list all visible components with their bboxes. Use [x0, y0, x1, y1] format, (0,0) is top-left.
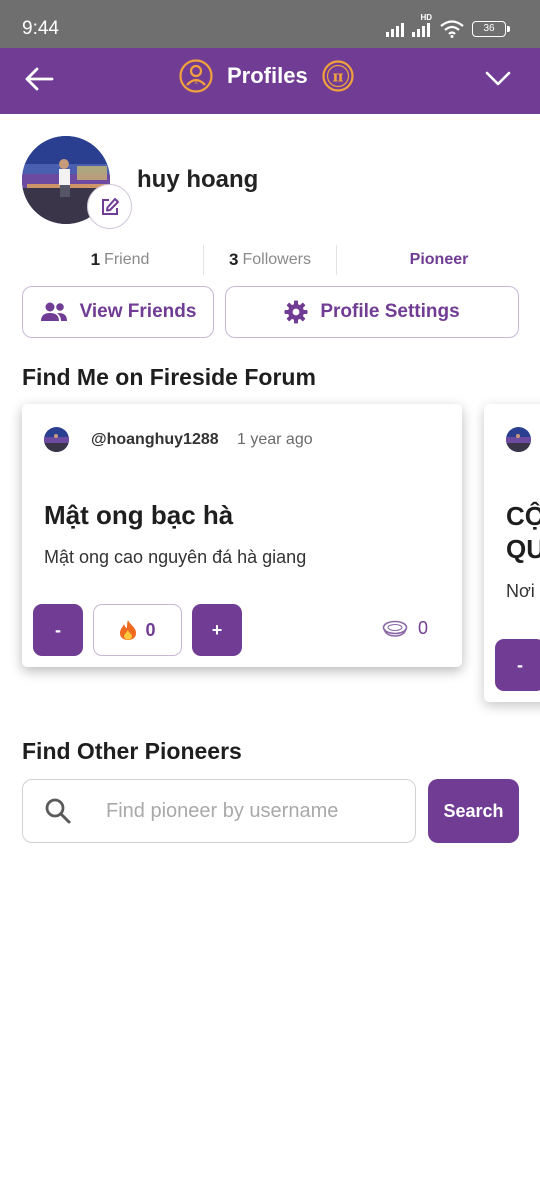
- view-friends-button[interactable]: View Friends: [22, 286, 214, 338]
- post-author[interactable]: @hoanghuy1288: [91, 431, 219, 449]
- edit-avatar-button[interactable]: [87, 184, 132, 229]
- fireside-section-title: Find Me on Fireside Forum: [22, 364, 316, 390]
- svg-text:π: π: [194, 79, 198, 86]
- profile-username: huy hoang: [137, 166, 259, 193]
- back-arrow-icon[interactable]: [22, 62, 56, 96]
- find-pioneers-title: Find Other Pioneers: [22, 738, 242, 764]
- upvote-button[interactable]: +: [192, 604, 242, 656]
- fire-reaction[interactable]: 0: [93, 604, 182, 656]
- post-title-line: QU: [506, 534, 540, 564]
- post-time: 1 year ago: [237, 431, 313, 448]
- post-title: CỘ QU: [506, 500, 540, 566]
- friends-stat[interactable]: 1 Friend: [40, 243, 200, 277]
- search-input[interactable]: [106, 799, 406, 823]
- chevron-down-icon[interactable]: [484, 64, 512, 92]
- post-body: Mật ong cao nguyên đá hà giang: [44, 547, 307, 567]
- role-label: Pioneer: [409, 251, 469, 268]
- profile-settings-label: Profile Settings: [320, 301, 460, 322]
- post-author-avatar: [44, 427, 69, 452]
- edit-icon: [101, 197, 119, 215]
- svg-text:π: π: [332, 68, 343, 86]
- gear-icon: [284, 300, 308, 324]
- status-time: 9:44: [22, 18, 59, 39]
- comment-count[interactable]: 0: [382, 618, 428, 639]
- stat-divider: [203, 245, 204, 275]
- followers-stat[interactable]: 3 Followers: [207, 243, 333, 277]
- view-friends-label: View Friends: [79, 301, 197, 322]
- header-title-group: π Profiles π: [179, 59, 354, 93]
- page-title: Profiles: [227, 63, 308, 88]
- status-icons: HD 36: [386, 13, 510, 38]
- fire-icon: [120, 620, 137, 640]
- downvote-button[interactable]: -: [33, 604, 83, 656]
- friends-icon: [40, 302, 67, 321]
- fire-count: 0: [145, 619, 156, 640]
- profile-stats: 1 Friend 3 Followers Pioneer: [0, 243, 540, 277]
- signal-hd-icon: HD: [412, 13, 432, 37]
- downvote-button[interactable]: -: [495, 639, 540, 691]
- post-body: Nơi: [506, 581, 535, 601]
- post-title-line: CỘ: [506, 501, 540, 531]
- profile-settings-button[interactable]: Profile Settings: [225, 286, 519, 338]
- followers-count: 3: [229, 250, 239, 269]
- friends-count: 1: [90, 250, 101, 269]
- app-header: π Profiles π: [0, 48, 540, 114]
- role-stat: Pioneer: [340, 243, 538, 277]
- wifi-icon: [440, 20, 464, 38]
- search-icon: [45, 798, 71, 824]
- network-type-label: HD: [420, 13, 432, 22]
- profile-icon: π: [179, 59, 213, 93]
- search-field[interactable]: [22, 779, 416, 843]
- battery-icon: 36: [472, 21, 510, 37]
- forum-post-card[interactable]: @hoanghuy1288 1 year ago Mật ong bạc hà …: [22, 404, 462, 667]
- forum-post-card[interactable]: CỘ QU Nơi -: [484, 404, 540, 702]
- search-button[interactable]: Search: [428, 779, 519, 843]
- signal-icon: [386, 21, 404, 37]
- comment-icon: [382, 620, 408, 637]
- post-author-avatar: [506, 427, 531, 452]
- stat-divider: [336, 245, 337, 275]
- friends-label: Friend: [104, 251, 150, 268]
- post-title: Mật ong bạc hà: [44, 500, 234, 530]
- status-bar: 9:44 HD 36: [0, 0, 540, 48]
- followers-label: Followers: [242, 251, 311, 268]
- pi-coin-icon: π: [322, 60, 354, 92]
- comment-count-value: 0: [418, 618, 429, 638]
